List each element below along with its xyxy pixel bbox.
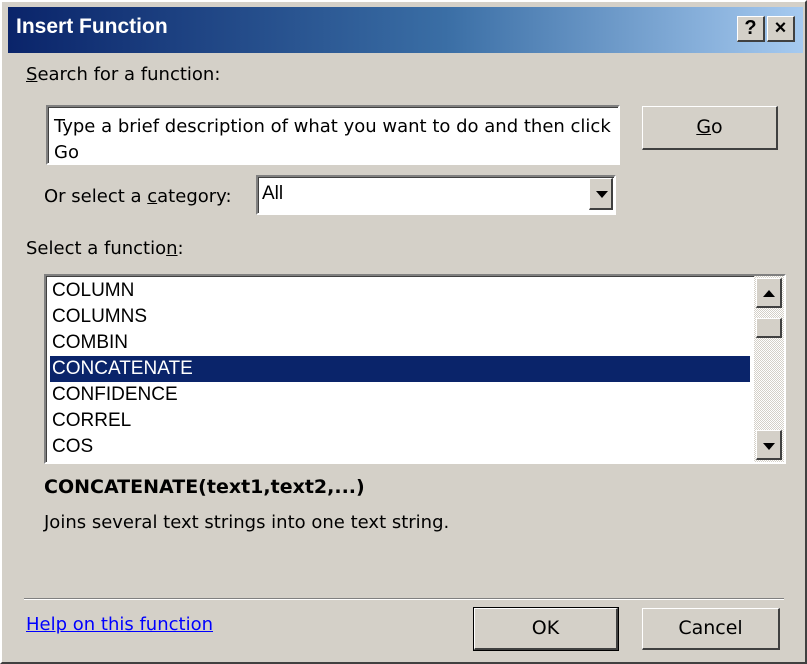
help-on-function-link[interactable]: Help on this function — [26, 614, 213, 635]
function-signature: CONCATENATE(text1,text2,...) — [44, 476, 365, 498]
scroll-up-arrow-icon — [763, 290, 775, 297]
function-list[interactable]: COLUMN COLUMNS COMBIN CONCATENATE CONFIDENCE… — [44, 274, 786, 464]
close-icon: × — [774, 17, 787, 39]
window-title: Insert Function — [16, 15, 168, 38]
help-icon: ? — [744, 17, 757, 39]
function-list-item[interactable]: CORREL — [50, 408, 750, 434]
function-description: Joins several text strings into one text… — [44, 512, 450, 533]
search-input-text[interactable]: Type a brief description of what you wan… — [54, 114, 614, 166]
category-select[interactable]: All — [256, 175, 616, 215]
scroll-up-button[interactable] — [756, 278, 782, 308]
function-list-item[interactable]: COMBIN — [50, 330, 750, 356]
function-list-label: Select a function: — [26, 238, 184, 259]
function-list-item[interactable]: COLUMN — [50, 278, 750, 304]
category-dropdown-button[interactable] — [589, 178, 613, 210]
search-input[interactable]: Type a brief description of what you wan… — [46, 105, 620, 165]
insert-function-dialog: Insert Function ? × Search for a functio… — [0, 0, 807, 664]
help-button[interactable]: ? — [737, 16, 765, 42]
close-button[interactable]: × — [767, 16, 795, 42]
chevron-down-icon — [596, 191, 608, 198]
function-list-item[interactable]: COS — [50, 434, 750, 460]
scroll-down-button[interactable] — [756, 430, 782, 460]
cancel-button[interactable]: Cancel — [642, 608, 780, 650]
go-button[interactable]: Go — [642, 106, 778, 150]
footer-divider — [24, 598, 784, 600]
search-label: Search for a function: — [26, 64, 221, 85]
function-list-item[interactable]: CONFIDENCE — [50, 382, 750, 408]
title-bar[interactable]: Insert Function ? × — [8, 7, 803, 53]
function-list-item[interactable]: CONCATENATE — [50, 356, 750, 382]
function-list-scrollbar[interactable] — [754, 276, 784, 462]
category-selected-value: All — [262, 183, 284, 204]
scroll-thumb[interactable] — [756, 318, 782, 338]
category-label: Or select a category: — [44, 186, 232, 207]
function-list-item[interactable]: COLUMNS — [50, 304, 750, 330]
scroll-down-arrow-icon — [763, 443, 775, 450]
ok-button[interactable]: OK — [473, 607, 619, 651]
